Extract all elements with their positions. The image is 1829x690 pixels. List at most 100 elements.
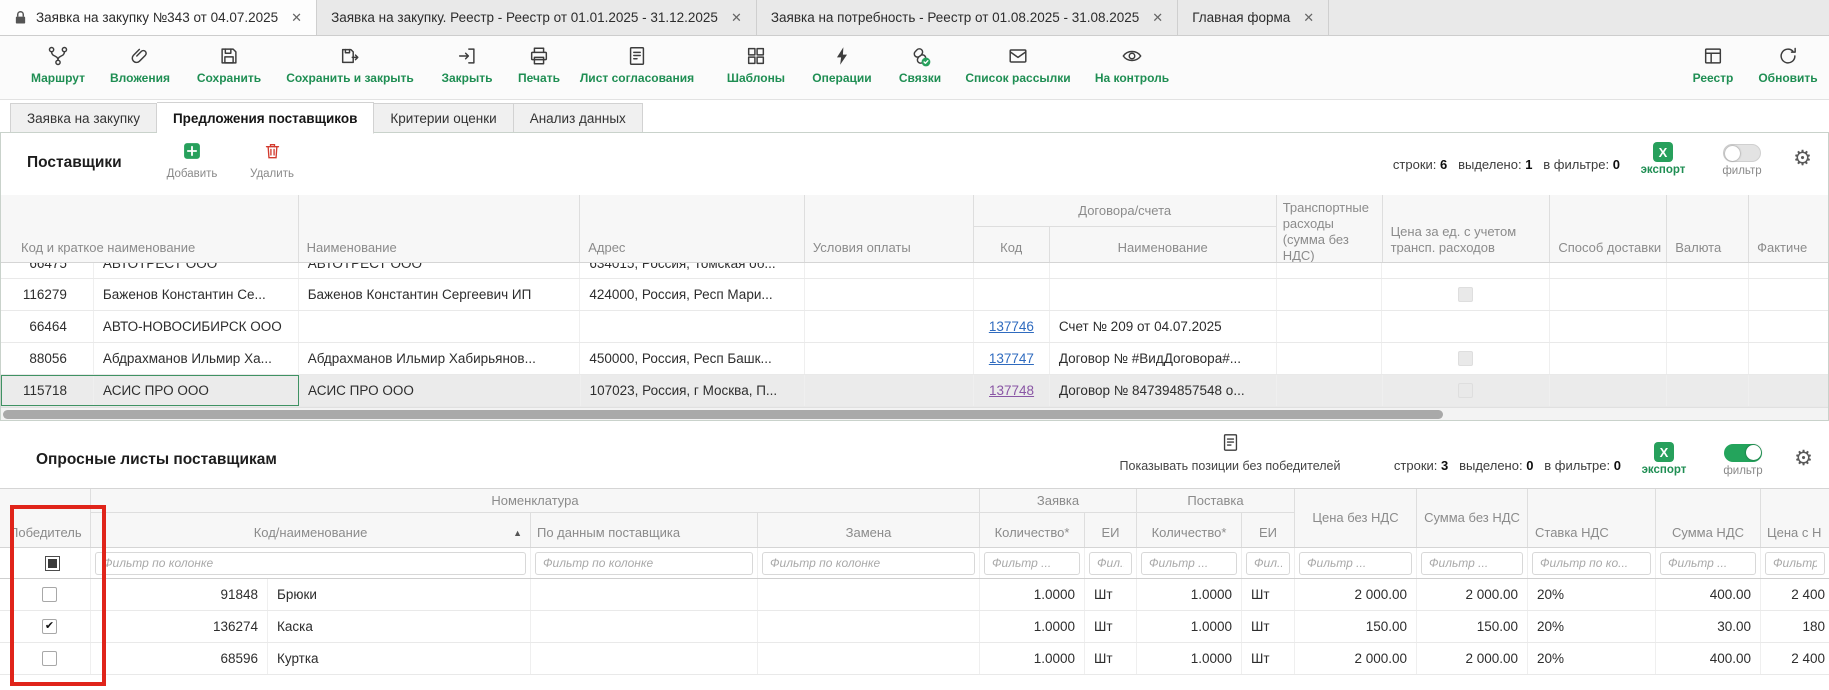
- window-tab-need-registry[interactable]: Заявка на потребность - Реестр от 01.08.…: [757, 0, 1178, 35]
- filter-input-ei-supply[interactable]: [1246, 552, 1290, 575]
- print-button[interactable]: Печать: [506, 43, 572, 85]
- filter-toggle[interactable]: [1723, 144, 1761, 162]
- tab-purchase-request[interactable]: Заявка на закупку: [10, 103, 157, 133]
- unit-price-checkbox[interactable]: [1458, 351, 1473, 366]
- filter-input-qty-request[interactable]: [984, 552, 1080, 575]
- window-tab-main-form[interactable]: Главная форма ✕: [1178, 0, 1329, 35]
- filter-input-replacement[interactable]: [762, 552, 975, 575]
- supplier-row[interactable]: 66475 АВТОТРЕСТ ООО АВТОТРЕСТ ООО 634015…: [1, 263, 1828, 279]
- mailing-list-button[interactable]: Список рассылки: [958, 43, 1078, 85]
- supplier-short-name: АСИС ПРО ООО: [94, 375, 299, 406]
- column-header-qty-supply[interactable]: Количество*: [1137, 513, 1242, 547]
- gear-icon[interactable]: ⚙: [1794, 446, 1813, 471]
- survey-row[interactable]: 91848 Брюки 1.0000 Шт 1.0000 Шт 2 000.00…: [0, 579, 1829, 611]
- column-header-contract-code[interactable]: Код: [974, 227, 1050, 262]
- delete-supplier-label: Удалить: [241, 168, 303, 180]
- suppliers-panel-header: Поставщики Добавить Удалить строки: 6 вы…: [1, 133, 1828, 195]
- gear-icon[interactable]: ⚙: [1793, 146, 1812, 171]
- suppliers-panel: Поставщики Добавить Удалить строки: 6 вы…: [0, 132, 1829, 421]
- supplier-name: Баженов Константин Сергеевич ИП: [299, 279, 581, 310]
- column-header-code-name[interactable]: Код/наименование ▲: [91, 513, 531, 547]
- close-icon[interactable]: ✕: [731, 10, 742, 26]
- attachments-button[interactable]: Вложения: [98, 43, 182, 85]
- column-header-ei-supply[interactable]: ЕИ: [1242, 513, 1294, 547]
- close-icon[interactable]: ✕: [1152, 10, 1163, 26]
- select-all-checkbox[interactable]: [45, 556, 60, 571]
- contract-code-link[interactable]: 137746: [989, 319, 1034, 334]
- filter-input-by-supplier[interactable]: [535, 552, 753, 575]
- toggle-knob: [1725, 146, 1740, 161]
- approval-sheet-button[interactable]: Лист согласования: [574, 43, 700, 85]
- column-header-contract-name[interactable]: Наименование: [1050, 227, 1276, 262]
- filter-input-code-name[interactable]: [95, 552, 526, 575]
- column-header-currency[interactable]: Валюта: [1667, 195, 1749, 262]
- delete-supplier-button[interactable]: Удалить: [241, 141, 303, 180]
- contract-code-link[interactable]: 137747: [989, 351, 1034, 366]
- column-header-fact[interactable]: Фактиче: [1749, 195, 1828, 262]
- operations-button[interactable]: Операции: [804, 43, 880, 85]
- route-button[interactable]: Маршрут: [23, 43, 93, 85]
- filter-input-price-vat[interactable]: [1765, 552, 1825, 575]
- filter-input-sum-no-vat[interactable]: [1421, 552, 1523, 575]
- column-header-sum-no-vat[interactable]: Сумма без НДС: [1417, 489, 1528, 547]
- supplier-row[interactable]: 66464 АВТО-НОВОСИБИРСК ООО 137746 Счет №…: [1, 311, 1828, 343]
- tab-supplier-offers[interactable]: Предложения поставщиков: [157, 102, 374, 134]
- sum-no-vat: 2 000.00: [1417, 579, 1528, 610]
- close-icon[interactable]: ✕: [291, 10, 302, 26]
- supplier-row[interactable]: 116279 Баженов Константин Се... Баженов …: [1, 279, 1828, 311]
- winner-checkbox[interactable]: ✔: [42, 619, 57, 634]
- refresh-button[interactable]: Обновить: [1752, 43, 1824, 85]
- on-control-button[interactable]: На контроль: [1086, 43, 1178, 85]
- tab-evaluation-criteria[interactable]: Критерии оценки: [374, 103, 513, 133]
- filter-input-qty-supply[interactable]: [1141, 552, 1237, 575]
- column-header-name[interactable]: Наименование: [299, 195, 581, 262]
- filter-input-vat-rate[interactable]: [1532, 552, 1651, 575]
- column-header-address[interactable]: Адрес: [580, 195, 805, 262]
- column-header-price-no-vat[interactable]: Цена без НДС: [1295, 489, 1417, 547]
- column-header-price-vat[interactable]: Цена с Н: [1761, 489, 1829, 547]
- close-form-button[interactable]: Закрыть: [430, 43, 504, 85]
- filter-input-ei-request[interactable]: [1089, 552, 1132, 575]
- column-header-qty-request[interactable]: Количество*: [980, 513, 1085, 547]
- save-and-close-button[interactable]: Сохранить и закрыть: [278, 43, 422, 85]
- save-button[interactable]: Сохранить: [187, 43, 271, 85]
- column-header-delivery[interactable]: Способ доставки: [1550, 195, 1667, 262]
- column-header-unit-price[interactable]: Цена за ед. с учетом трансп. расходов: [1383, 195, 1551, 262]
- show-no-winners-button[interactable]: Показывать позиции без победителей: [1100, 433, 1360, 473]
- column-header-transport[interactable]: Транспортные расходы (сумма без НДС): [1277, 195, 1383, 262]
- supplier-row[interactable]: 88056 Абдрахманов Ильмир Ха... Абдрахман…: [1, 343, 1828, 375]
- column-header-vat-rate[interactable]: Ставка НДС: [1528, 489, 1656, 547]
- contract-code-link[interactable]: 137748: [989, 383, 1034, 398]
- column-header-replacement[interactable]: Замена: [758, 513, 979, 547]
- column-header-code-short[interactable]: Код и краткое наименование: [1, 195, 299, 262]
- winner-checkbox[interactable]: [42, 587, 57, 602]
- column-header-winner[interactable]: Победитель: [0, 489, 91, 547]
- window-tab-purchase-request[interactable]: Заявка на закупку №343 от 04.07.2025 ✕: [0, 0, 317, 35]
- column-header-payment-terms[interactable]: Условия оплаты: [805, 195, 974, 262]
- form-tab-bar: Заявка на закупку Предложения поставщико…: [0, 100, 1829, 133]
- column-header-by-supplier[interactable]: По данным поставщика: [531, 513, 758, 547]
- survey-row[interactable]: 68596 Куртка 1.0000 Шт 1.0000 Шт 2 000.0…: [0, 643, 1829, 675]
- close-icon[interactable]: ✕: [1303, 10, 1314, 26]
- links-button[interactable]: Связки: [886, 43, 954, 85]
- templates-button[interactable]: Шаблоны: [712, 43, 800, 85]
- unit-price-checkbox[interactable]: [1458, 383, 1473, 398]
- survey-row[interactable]: ✔ 136274 Каска 1.0000 Шт 1.0000 Шт 150.0…: [0, 611, 1829, 643]
- supplier-row-selected[interactable]: 115718 АСИС ПРО ООО АСИС ПРО ООО 107023,…: [1, 375, 1828, 407]
- filter-input-vat-sum[interactable]: [1660, 552, 1756, 575]
- column-header-vat-sum[interactable]: Сумма НДС: [1656, 489, 1761, 547]
- unit-price-checkbox[interactable]: [1458, 287, 1473, 302]
- scrollbar-thumb[interactable]: [3, 410, 1443, 419]
- filter-toggle[interactable]: [1724, 444, 1762, 462]
- surveys-grid-stats: строки: 3 выделено: 0 в фильтре: 0: [1394, 458, 1621, 473]
- tab-data-analysis[interactable]: Анализ данных: [514, 103, 643, 133]
- horizontal-scrollbar[interactable]: [1, 407, 1828, 420]
- winner-checkbox[interactable]: [42, 651, 57, 666]
- export-excel-button[interactable]: X экспорт: [1637, 142, 1689, 176]
- column-header-ei-request[interactable]: ЕИ: [1085, 513, 1136, 547]
- export-excel-button[interactable]: X экспорт: [1638, 442, 1690, 476]
- registry-button[interactable]: Реестр: [1680, 43, 1746, 85]
- add-supplier-button[interactable]: Добавить: [159, 141, 225, 180]
- window-tab-purchase-registry[interactable]: Заявка на закупку. Реестр - Реестр от 01…: [317, 0, 757, 35]
- filter-input-price-no-vat[interactable]: [1299, 552, 1412, 575]
